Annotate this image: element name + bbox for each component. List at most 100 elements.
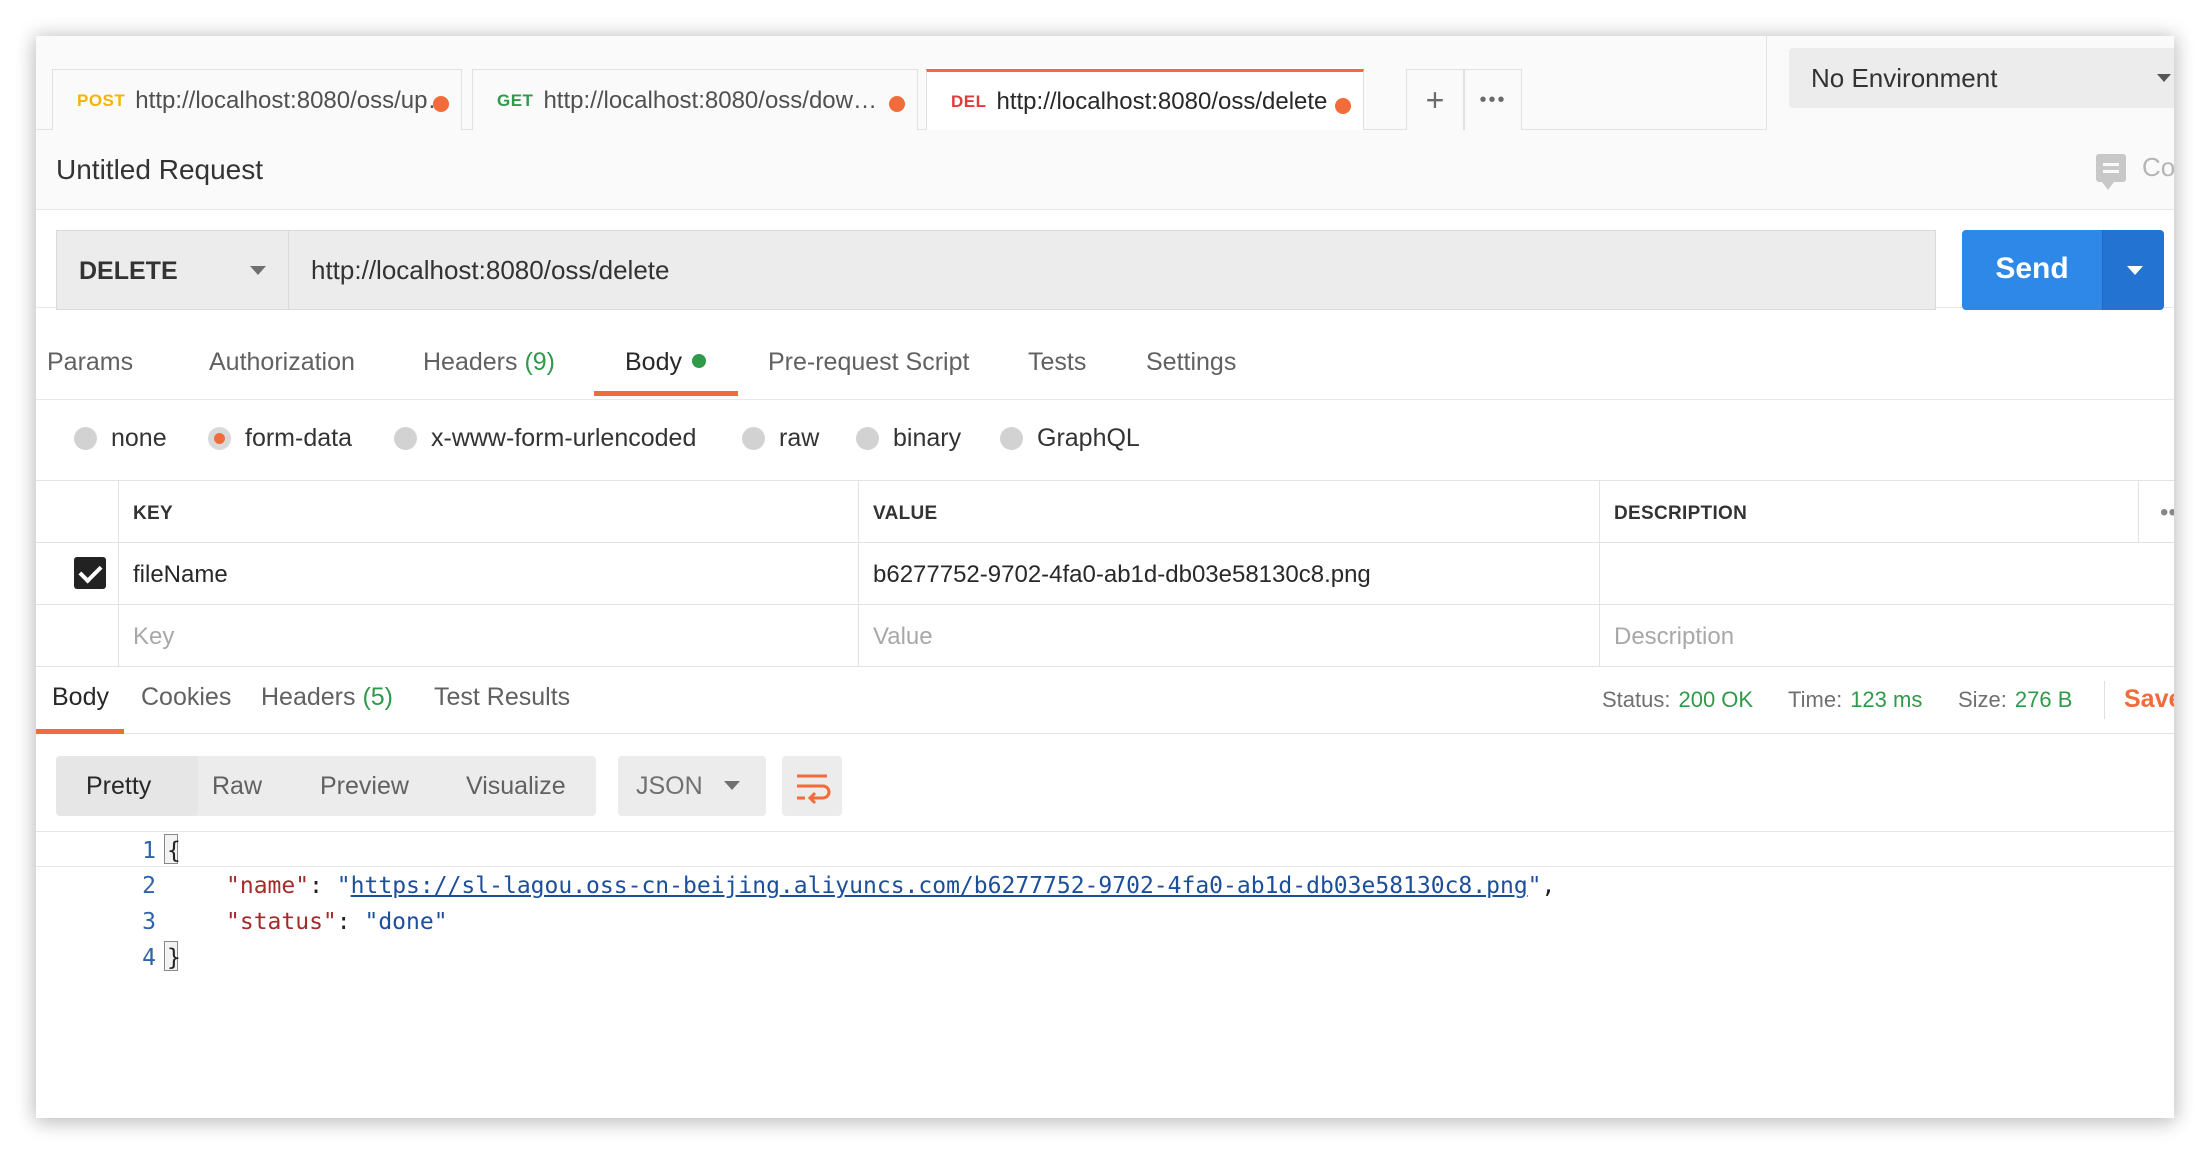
table-row-new: Key Value Description bbox=[36, 605, 2174, 667]
response-body-code[interactable]: 1 { 2 "name": "https://sl-lagou.oss-cn-b… bbox=[36, 831, 2174, 1031]
chevron-down-icon bbox=[250, 266, 266, 275]
radio-label: raw bbox=[779, 424, 820, 452]
json-quote: " bbox=[336, 873, 351, 899]
tab-body[interactable]: Body bbox=[625, 348, 706, 377]
save-response-button[interactable]: Save bbox=[2124, 685, 2174, 714]
request-tab-delete[interactable]: DEL http://localhost:8080/oss/delete bbox=[926, 69, 1364, 132]
time-label: Time: bbox=[1788, 687, 1843, 712]
format-label: JSON bbox=[636, 772, 703, 800]
tab-url-label: http://localhost:8080/oss/uplo… bbox=[135, 86, 456, 114]
radio-label: binary bbox=[893, 424, 962, 452]
response-tab-cookies[interactable]: Cookies bbox=[141, 683, 231, 712]
code-text: } bbox=[167, 945, 181, 971]
key-cell[interactable]: fileName bbox=[118, 543, 859, 605]
tab-body-label: Body bbox=[625, 348, 682, 376]
response-time[interactable]: Time: 123 ms bbox=[1788, 687, 1922, 713]
radio-label: none bbox=[111, 424, 167, 452]
radio-graphql[interactable]: GraphQL bbox=[1000, 424, 1140, 453]
tab-headers-label: Headers bbox=[423, 348, 518, 376]
description-cell[interactable] bbox=[1599, 543, 2174, 605]
radio-circle-icon bbox=[856, 427, 879, 450]
mode-pretty[interactable]: Pretty bbox=[86, 772, 151, 801]
value-cell[interactable]: b6277752-9702-4fa0-ab1d-db03e58130c8.png bbox=[858, 543, 1600, 605]
mode-raw[interactable]: Raw bbox=[212, 772, 262, 801]
column-header-value: VALUE bbox=[858, 481, 1600, 543]
tab-headers[interactable]: Headers (9) bbox=[423, 348, 555, 377]
active-tab-indicator bbox=[594, 391, 738, 396]
time-value: 123 ms bbox=[1850, 687, 1923, 712]
request-tab-get-download[interactable]: GET http://localhost:8080/oss/down… bbox=[472, 69, 918, 131]
radio-raw[interactable]: raw bbox=[742, 424, 819, 453]
code-text: "status": "done" bbox=[226, 909, 448, 935]
status-label: Status: bbox=[1602, 687, 1671, 712]
table-header-row: KEY VALUE DESCRIPTION •• bbox=[36, 481, 2174, 543]
request-title[interactable]: Untitled Request bbox=[56, 154, 263, 186]
send-options-button[interactable] bbox=[2102, 230, 2164, 310]
json-link[interactable]: https://sl-lagou.oss-cn-beijing.aliyuncs… bbox=[351, 873, 1528, 899]
unsaved-dot-icon bbox=[433, 96, 449, 112]
environment-label: No Environment bbox=[1811, 63, 1998, 93]
mode-preview[interactable]: Preview bbox=[320, 772, 409, 801]
response-tab-headers[interactable]: Headers (5) bbox=[261, 683, 393, 712]
chevron-down-icon bbox=[2127, 266, 2143, 275]
method-label: DELETE bbox=[79, 257, 178, 285]
radio-circle-icon bbox=[394, 427, 417, 450]
mode-visualize[interactable]: Visualize bbox=[466, 772, 566, 801]
wrap-lines-icon bbox=[797, 774, 831, 805]
response-tab-headers-label: Headers bbox=[261, 683, 356, 711]
tab-tests[interactable]: Tests bbox=[1028, 348, 1086, 377]
json-quote: " bbox=[1527, 873, 1542, 899]
viewer-mode-group: Pretty Raw Preview Visualize bbox=[56, 756, 596, 816]
radio-x-www-form-urlencoded[interactable]: x-www-form-urlencoded bbox=[394, 424, 696, 453]
tab-pre-request-script[interactable]: Pre-request Script bbox=[768, 348, 969, 377]
line-number: 4 bbox=[142, 945, 156, 971]
code-line: 1 { bbox=[36, 831, 2174, 867]
row-enabled-checkbox[interactable] bbox=[74, 557, 106, 589]
status-value: 200 OK bbox=[1678, 687, 1754, 712]
comments-button[interactable]: Co bbox=[2096, 152, 2174, 190]
wrap-lines-button[interactable] bbox=[782, 756, 842, 816]
comments-label: Co bbox=[2142, 152, 2174, 182]
radio-form-data[interactable]: form-data bbox=[208, 424, 352, 453]
request-tab-bar: POST http://localhost:8080/oss/uplo… GET… bbox=[36, 36, 2174, 132]
code-line: 3 "status": "done" bbox=[36, 903, 2174, 939]
method-select[interactable]: DELETE bbox=[56, 230, 288, 310]
radio-label: form-data bbox=[245, 424, 352, 452]
response-tab-body[interactable]: Body bbox=[52, 683, 109, 712]
request-tab-post-upload[interactable]: POST http://localhost:8080/oss/uplo… bbox=[52, 69, 462, 131]
format-select[interactable]: JSON bbox=[618, 756, 766, 816]
headers-count: (9) bbox=[524, 348, 556, 376]
send-button[interactable]: Send bbox=[1962, 230, 2102, 310]
value-placeholder-input[interactable]: Value bbox=[858, 605, 1600, 667]
radio-circle-icon bbox=[74, 427, 97, 450]
environment-select[interactable]: No Environment bbox=[1789, 48, 2174, 108]
line-number: 2 bbox=[142, 873, 156, 899]
json-key: "name" bbox=[226, 873, 310, 899]
url-input[interactable]: http://localhost:8080/oss/delete bbox=[288, 230, 1936, 310]
chevron-down-icon bbox=[2157, 74, 2171, 82]
postman-window: POST http://localhost:8080/oss/uplo… GET… bbox=[36, 36, 2174, 1118]
tab-params[interactable]: Params bbox=[47, 348, 133, 377]
more-tabs-icon[interactable]: ••• bbox=[1464, 69, 1522, 131]
code-line: 2 "name": "https://sl-lagou.oss-cn-beiji… bbox=[36, 867, 2174, 903]
radio-binary[interactable]: binary bbox=[856, 424, 961, 453]
unsaved-dot-icon bbox=[1335, 98, 1351, 114]
response-status[interactable]: Status: 200 OK bbox=[1602, 687, 1753, 713]
tab-authorization[interactable]: Authorization bbox=[209, 348, 355, 377]
code-text: { bbox=[167, 838, 181, 864]
divider bbox=[2104, 681, 2105, 719]
body-type-radios: none form-data x-www-form-urlencoded raw… bbox=[36, 400, 2174, 480]
response-tabs: Body Cookies Headers (5) Test Results St… bbox=[36, 666, 2174, 734]
radio-none[interactable]: none bbox=[74, 424, 167, 453]
table-row: fileName b6277752-9702-4fa0-ab1d-db03e58… bbox=[36, 543, 2174, 605]
tab-settings[interactable]: Settings bbox=[1146, 348, 1236, 377]
tab-url-label: http://localhost:8080/oss/down… bbox=[543, 86, 888, 114]
tab-url-label: http://localhost:8080/oss/delete bbox=[996, 88, 1328, 115]
response-tab-test-results[interactable]: Test Results bbox=[434, 683, 570, 712]
key-placeholder-input[interactable]: Key bbox=[118, 605, 859, 667]
new-tab-plus-icon[interactable]: + bbox=[1406, 69, 1464, 131]
description-placeholder-input[interactable]: Description bbox=[1599, 605, 2174, 667]
response-size[interactable]: Size: 276 B bbox=[1958, 687, 2072, 713]
status-dot-icon bbox=[691, 354, 706, 368]
more-options-icon[interactable]: •• bbox=[2160, 499, 2174, 527]
